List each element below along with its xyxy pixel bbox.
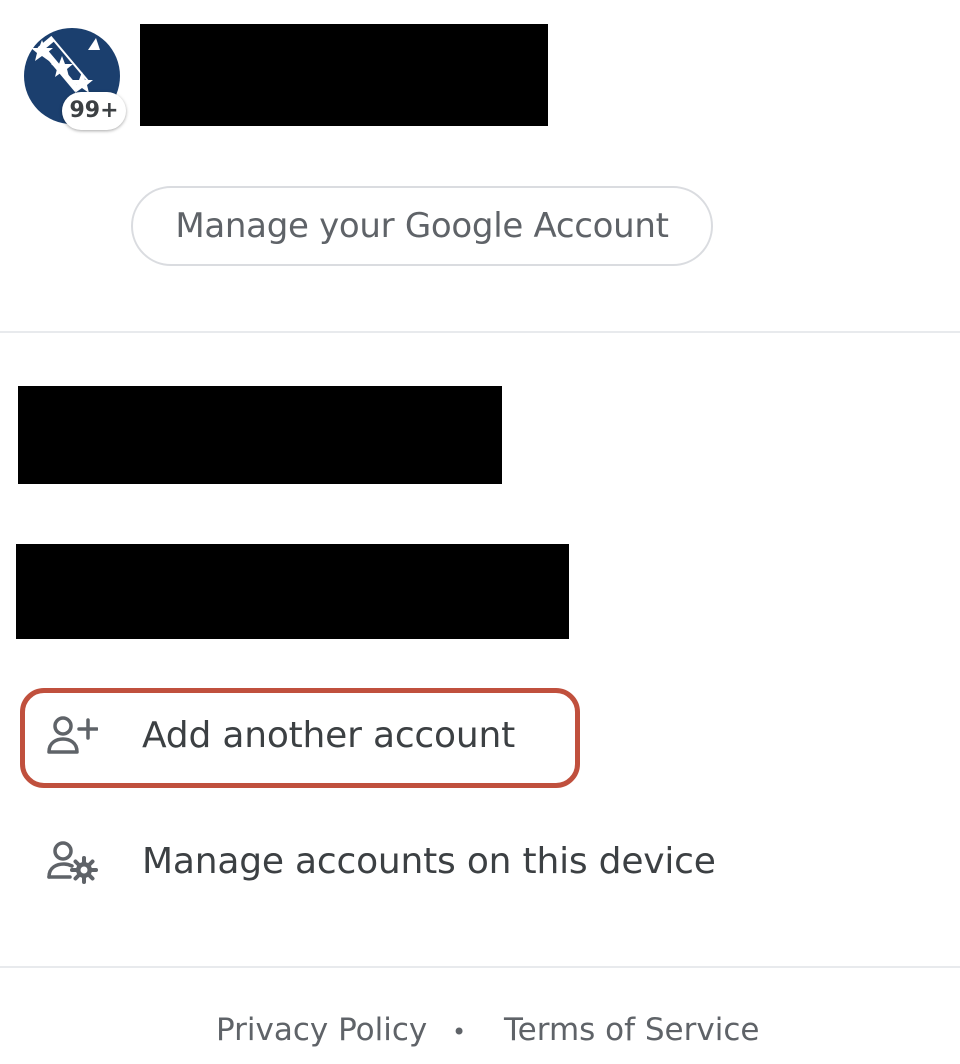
redacted-account-item[interactable] — [16, 544, 569, 639]
manage-google-account-button[interactable]: Manage your Google Account — [131, 186, 713, 266]
manage-accounts-label: Manage accounts on this device — [142, 841, 716, 882]
manage-accounts-item[interactable]: Manage accounts on this device — [0, 812, 960, 912]
redacted-account-name — [140, 24, 548, 126]
redacted-account-item[interactable] — [18, 386, 502, 484]
terms-of-service-link[interactable]: Terms of Service — [504, 1012, 759, 1048]
divider — [0, 331, 960, 333]
footer-separator: • — [452, 1018, 467, 1046]
footer: Privacy Policy • Terms of Service — [0, 1002, 960, 1062]
divider — [0, 966, 960, 968]
notification-badge: 99+ — [62, 92, 126, 130]
privacy-policy-link[interactable]: Privacy Policy — [216, 1012, 427, 1048]
person-settings-icon — [46, 840, 98, 884]
highlight-outline — [20, 688, 580, 788]
